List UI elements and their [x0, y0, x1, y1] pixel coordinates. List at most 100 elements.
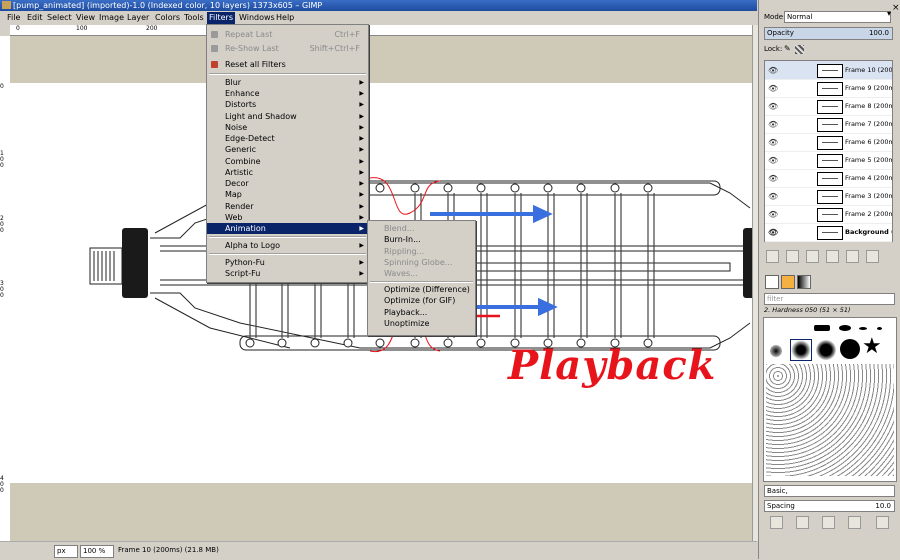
layer-row[interactable]: 👁Frame 6 (200ms)	[765, 133, 892, 152]
menu-item-python-fu[interactable]: Python-Fu ▶	[207, 257, 368, 268]
brush-filter-input[interactable]: filter	[764, 293, 895, 305]
eye-icon[interactable]: 👁	[768, 192, 778, 201]
eye-icon[interactable]: 👁	[768, 156, 778, 165]
eye-icon[interactable]: 👁	[768, 66, 778, 75]
menu-item-unoptimize[interactable]: Unoptimize	[368, 318, 475, 329]
menu-item-waves[interactable]: Waves...	[368, 268, 475, 279]
brush-tab-icon[interactable]	[765, 275, 779, 289]
gradient-tab-icon[interactable]	[797, 275, 811, 289]
eye-icon[interactable]: 👁	[768, 102, 778, 111]
menu-item-light-shadow[interactable]: Light and Shadow ▶	[207, 111, 368, 122]
menu-separator	[209, 73, 366, 75]
menu-item-animation[interactable]: Animation ▶	[207, 223, 368, 234]
spacing-slider[interactable]: Spacing 10.0	[764, 500, 895, 512]
menu-item-rippling[interactable]: Rippling...	[368, 246, 475, 257]
layer-row[interactable]: 👁Frame 3 (200ms)	[765, 187, 892, 206]
chevron-down-icon[interactable]: ▾	[887, 9, 891, 18]
menu-item-spinning-globe[interactable]: Spinning Globe...	[368, 257, 475, 268]
menu-item-generic[interactable]: Generic ▶	[207, 144, 368, 155]
layer-row[interactable]: 👁Frame 9 (200ms)	[765, 79, 892, 98]
status-message: Frame 10 (200ms) (21.8 MB)	[118, 546, 219, 554]
menu-item-artistic[interactable]: Artistic ▶	[207, 167, 368, 178]
unit-select[interactable]: px	[54, 545, 78, 558]
refresh-brush-icon[interactable]	[876, 516, 889, 529]
menu-item-web[interactable]: Web ▶	[207, 212, 368, 223]
eye-icon[interactable]: 👁	[768, 210, 778, 219]
star-brush-icon: ★	[862, 334, 882, 359]
opacity-slider[interactable]: Opacity 100.0	[764, 27, 893, 40]
close-icon[interactable]: ×	[892, 3, 900, 13]
layer-row[interactable]: 👁Frame 10 (200ms)	[765, 61, 892, 80]
zoom-select[interactable]: 100 %	[80, 545, 114, 558]
brush-name-label: 2. Hardness 050 (51 × 51)	[764, 306, 851, 314]
alpha-lock-icon[interactable]	[795, 45, 804, 54]
brush-item	[814, 325, 830, 331]
layer-row[interactable]: 👁Background (200ms)	[765, 223, 892, 242]
mode-label: Mode:	[764, 13, 786, 21]
anchor-layer-icon[interactable]	[846, 250, 859, 263]
menu-item-blur[interactable]: Blur ▶	[207, 77, 368, 88]
eye-icon[interactable]: 👁	[768, 138, 778, 147]
menu-item-optimize-difference[interactable]: Optimize (Difference)	[368, 284, 475, 295]
layer-row[interactable]: 👁Frame 4 (200ms)	[765, 169, 892, 188]
brush-item	[816, 340, 836, 360]
menu-item-combine[interactable]: Combine ▶	[207, 156, 368, 167]
layers-list: 👁Frame 10 (200ms) 👁Frame 9 (200ms) 👁Fram…	[764, 60, 893, 242]
menu-item-enhance[interactable]: Enhance ▶	[207, 88, 368, 99]
filters-menu: Repeat Last Ctrl+F Re-Show Last Shift+Ct…	[206, 24, 369, 283]
brush-item	[859, 327, 867, 330]
menu-item-decor[interactable]: Decor ▶	[207, 178, 368, 189]
menu-separator	[209, 253, 366, 255]
menu-item-playback[interactable]: Playback...	[368, 307, 475, 318]
menu-item-distorts[interactable]: Distorts ▶	[207, 99, 368, 110]
layer-row[interactable]: 👁Frame 7 (200ms)	[765, 115, 892, 134]
menu-item-noise[interactable]: Noise ▶	[207, 122, 368, 133]
duplicate-brush-icon[interactable]	[822, 516, 835, 529]
layer-row[interactable]: 👁Frame 2 (200ms)	[765, 205, 892, 224]
menu-item-reshow-last[interactable]: Re-Show Last Shift+Ctrl+F	[207, 43, 368, 54]
pattern-tab-icon[interactable]	[781, 275, 795, 289]
lock-label: Lock:	[764, 45, 783, 53]
eye-icon[interactable]: 👁	[768, 84, 778, 93]
brush-grid[interactable]: ★	[763, 317, 897, 482]
mode-select[interactable]: Normal	[784, 11, 891, 23]
new-brush-icon[interactable]	[796, 516, 809, 529]
new-layer-icon[interactable]	[766, 250, 779, 263]
delete-brush-icon[interactable]	[848, 516, 861, 529]
eye-icon[interactable]: 👁	[768, 120, 778, 129]
menu-item-optimize-gif[interactable]: Optimize (for GIF)	[368, 295, 475, 306]
annotation-text: Playback	[508, 342, 717, 389]
menu-item-burn-in[interactable]: Burn-In...	[368, 234, 475, 245]
reshow-icon	[211, 45, 218, 52]
repeat-icon	[211, 31, 218, 38]
brush-item	[839, 325, 851, 331]
brush-lock-icon[interactable]: ✎	[784, 44, 791, 53]
menu-separator	[370, 281, 473, 283]
brush-set-select[interactable]: Basic,	[764, 485, 895, 497]
menu-item-blend[interactable]: Blend...	[368, 223, 475, 234]
menu-item-repeat-last[interactable]: Repeat Last Ctrl+F	[207, 29, 368, 40]
eye-icon[interactable]: 👁	[768, 228, 778, 237]
status-bar: px 100 % Frame 10 (200ms) (21.8 MB)	[0, 541, 757, 560]
duplicate-layer-icon[interactable]	[826, 250, 839, 263]
layer-row[interactable]: 👁Frame 8 (200ms)	[765, 97, 892, 116]
layer-row[interactable]: 👁Frame 5 (200ms)	[765, 151, 892, 170]
menu-item-map[interactable]: Map ▶	[207, 189, 368, 200]
brush-item	[790, 339, 812, 361]
edit-brush-icon[interactable]	[770, 516, 783, 529]
brush-item	[840, 339, 860, 359]
lower-layer-icon[interactable]	[806, 250, 819, 263]
delete-layer-icon[interactable]	[866, 250, 879, 263]
raise-layer-icon[interactable]	[786, 250, 799, 263]
menu-item-render[interactable]: Render ▶	[207, 201, 368, 212]
eye-icon[interactable]: 👁	[768, 174, 778, 183]
menu-item-alpha-to-logo[interactable]: Alpha to Logo ▶	[207, 240, 368, 251]
animation-submenu: Blend... Burn-In... Rippling... Spinning…	[367, 220, 476, 336]
menu-item-script-fu[interactable]: Script-Fu ▶	[207, 268, 368, 279]
brush-texture-rows	[766, 364, 894, 476]
brush-item	[770, 345, 782, 357]
menu-item-edge-detect[interactable]: Edge-Detect ▶	[207, 133, 368, 144]
reset-icon	[211, 61, 218, 68]
menu-separator	[209, 236, 366, 238]
menu-item-reset-filters[interactable]: Reset all Filters	[207, 59, 368, 70]
